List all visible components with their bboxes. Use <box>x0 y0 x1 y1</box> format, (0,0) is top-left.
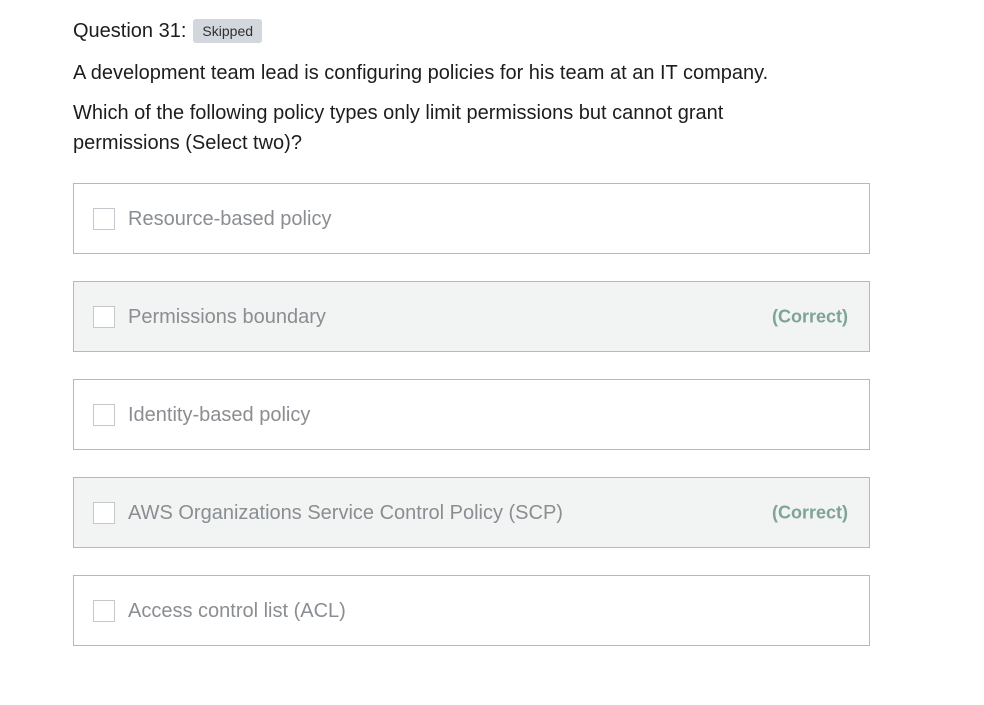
correct-tag: (Correct) <box>771 502 848 522</box>
answer-option-label: Permissions boundary <box>128 305 326 328</box>
question-number: Question 31: <box>73 20 187 42</box>
answer-option-correct[interactable]: AWS Organizations Service Control Policy… <box>73 477 870 548</box>
answer-option-label: AWS Organizations Service Control Policy… <box>128 501 563 524</box>
checkbox[interactable] <box>93 207 115 230</box>
answer-option-label: Resource-based policy <box>128 207 332 230</box>
answer-option[interactable]: Access control list (ACL) <box>73 575 870 646</box>
answer-options: Resource-based policy Permissions bounda… <box>73 183 870 673</box>
question-header: Question 31: Skipped <box>73 17 263 45</box>
answer-option-label: Identity-based policy <box>128 403 311 426</box>
answer-option[interactable]: Identity-based policy <box>73 379 870 450</box>
status-badge: Skipped <box>193 19 263 43</box>
correct-tag: (Correct) <box>771 306 848 326</box>
question-context: A development team lead is configuring p… <box>73 62 769 84</box>
answer-option[interactable]: Resource-based policy <box>73 183 870 254</box>
checkbox[interactable] <box>93 403 115 426</box>
question-prompt: Which of the following policy types only… <box>73 102 724 154</box>
checkbox[interactable] <box>93 501 115 524</box>
answer-option-label: Access control list (ACL) <box>128 599 346 622</box>
checkbox[interactable] <box>93 305 115 328</box>
answer-option-correct[interactable]: Permissions boundary (Correct) <box>73 281 870 352</box>
checkbox[interactable] <box>93 599 115 622</box>
